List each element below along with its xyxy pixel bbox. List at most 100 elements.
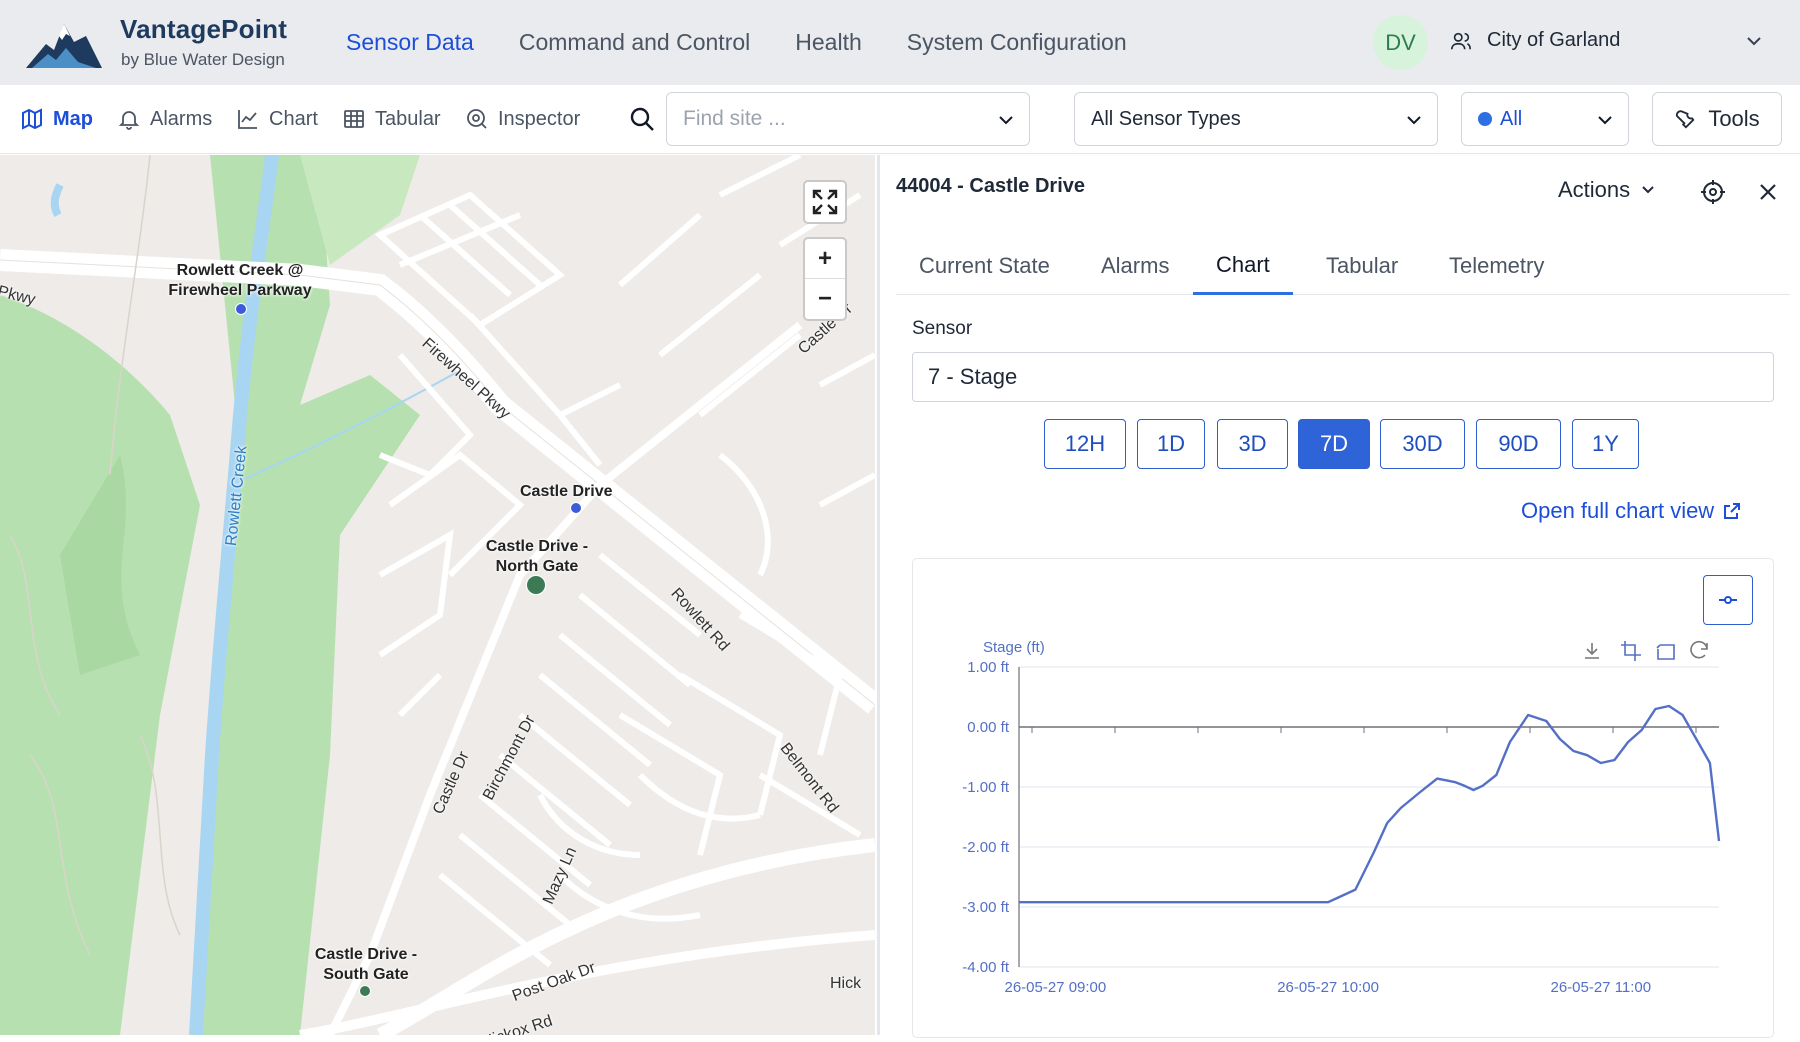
- view-tab-tabular-label: Tabular: [375, 107, 441, 130]
- range-button-12h[interactable]: 12H: [1044, 419, 1126, 469]
- chart-zoom-reset-icon[interactable]: [1656, 644, 1675, 660]
- view-tab-tabular[interactable]: Tabular: [342, 107, 441, 131]
- view-tab-chart[interactable]: Chart: [236, 107, 318, 131]
- view-tab-inspector-label: Inspector: [498, 107, 581, 130]
- app-header: VantagePoint by Blue Water Design Sensor…: [0, 0, 1800, 85]
- chart-y-tick-label: -3.00 ft: [962, 899, 1010, 916]
- view-tab-map-label: Map: [53, 107, 93, 130]
- close-icon[interactable]: [1755, 179, 1781, 205]
- status-dot-icon: [1478, 112, 1492, 126]
- chart-options-button[interactable]: [1703, 575, 1753, 625]
- chart-y-axis-label: Stage (ft): [983, 639, 1045, 656]
- nav-system-configuration[interactable]: System Configuration: [907, 29, 1127, 56]
- map-icon: [22, 108, 42, 130]
- inspector-icon: [467, 109, 487, 129]
- map-view[interactable]: Pkwy Firewheel Pkwy Rowlett Creek Castle…: [0, 155, 875, 1035]
- view-tab-alarms[interactable]: Alarms: [117, 107, 212, 131]
- site-label-castle-drive[interactable]: Castle Drive: [520, 482, 613, 502]
- chart-x-tick-label: 26-05-27 09:00: [1004, 979, 1106, 996]
- open-full-chart-link[interactable]: Open full chart view: [1521, 498, 1742, 524]
- nav-command-and-control[interactable]: Command and Control: [519, 29, 750, 56]
- view-tab-chart-label: Chart: [269, 107, 318, 130]
- site-marker-castle-drive-south-gate[interactable]: [359, 985, 371, 997]
- line-marker-icon: [1719, 596, 1737, 604]
- open-full-chart-label: Open full chart view: [1521, 498, 1715, 523]
- zoom-out-button[interactable]: −: [805, 279, 845, 319]
- zoom-in-button[interactable]: +: [805, 239, 845, 280]
- range-button-30d[interactable]: 30D: [1380, 419, 1465, 469]
- find-site-input[interactable]: [683, 107, 983, 131]
- chart-x-tick-label: 26-05-27 11:00: [1550, 979, 1651, 996]
- status-filter-value: All: [1500, 107, 1523, 130]
- expand-icon: [812, 189, 838, 215]
- chevron-down-icon: [999, 116, 1013, 125]
- chevron-down-icon[interactable]: [1745, 32, 1763, 50]
- view-tab-alarms-label: Alarms: [150, 107, 213, 130]
- site-marker-castle-drive-north-gate[interactable]: [526, 575, 546, 595]
- chart-y-tick-label: 1.00 ft: [967, 659, 1010, 676]
- site-marker-rowlett-creek[interactable]: [235, 303, 247, 315]
- fullscreen-button[interactable]: [803, 180, 847, 224]
- organization-selector[interactable]: City of Garland: [1487, 29, 1620, 52]
- stage-chart[interactable]: Stage (ft) 1.00 ft 0.00 ft -1.00 ft -2.00 f…: [913, 559, 1773, 1037]
- table-icon: [344, 110, 364, 128]
- main-nav: Sensor Data Command and Control Health S…: [346, 0, 1172, 85]
- range-button-90d[interactable]: 90D: [1476, 419, 1561, 469]
- wrench-icon: [1676, 110, 1695, 129]
- nav-health[interactable]: Health: [795, 29, 861, 56]
- zoom-control: + −: [803, 237, 847, 321]
- users-icon: [1451, 32, 1471, 50]
- map-basemap: [0, 155, 875, 1035]
- find-site-dropdown[interactable]: [666, 92, 1030, 146]
- tab-alarms[interactable]: Alarms: [1078, 237, 1192, 295]
- brand-name: VantagePoint: [120, 14, 288, 44]
- panel-title: 44004 - Castle Drive: [896, 175, 1086, 197]
- brand-subtitle: by Blue Water Design: [121, 50, 285, 69]
- chart-x-tick-label: 26-05-27 10:00: [1277, 979, 1379, 996]
- actions-label: Actions: [1558, 177, 1631, 202]
- site-detail-panel: 44004 - Castle Drive Actions Current Sta…: [877, 155, 1800, 1038]
- chart-zoom-icon[interactable]: [1621, 641, 1641, 661]
- bell-icon: [118, 111, 140, 130]
- status-filter-dropdown[interactable]: All: [1461, 92, 1629, 146]
- sensor-type-dropdown[interactable]: All Sensor Types: [1074, 92, 1438, 146]
- range-button-7d[interactable]: 7D: [1298, 419, 1370, 469]
- tab-chart[interactable]: Chart: [1193, 237, 1293, 295]
- line-chart-icon: [238, 110, 257, 129]
- panel-tabs: Current State Alarms Chart Tabular Telem…: [896, 237, 1790, 295]
- chevron-down-icon: [1642, 186, 1654, 194]
- external-link-icon: [1724, 503, 1741, 519]
- view-tab-inspector[interactable]: Inspector: [465, 107, 580, 131]
- chart-download-icon[interactable]: [1585, 643, 1599, 659]
- chart-y-tick-label: -1.00 ft: [962, 779, 1010, 796]
- sensor-field-label: Sensor: [912, 318, 973, 339]
- view-tab-map[interactable]: Map: [20, 107, 93, 131]
- locate-icon[interactable]: [1700, 179, 1726, 205]
- range-button-1d[interactable]: 1D: [1137, 419, 1205, 469]
- site-marker-castle-drive[interactable]: [570, 502, 582, 514]
- street-label: Hick: [830, 975, 862, 992]
- chart-y-tick-label: 0.00 ft: [967, 719, 1010, 736]
- site-label-rowlett-creek[interactable]: Rowlett Creek @ Firewheel Parkway: [152, 261, 328, 301]
- search-icon[interactable]: [629, 106, 655, 132]
- chart-restore-icon[interactable]: [1690, 640, 1708, 659]
- chart-series-line: [1019, 704, 1721, 904]
- tab-tabular[interactable]: Tabular: [1303, 237, 1421, 295]
- mountain-logo-icon: [26, 24, 102, 68]
- chevron-down-icon: [1598, 116, 1612, 125]
- actions-dropdown[interactable]: Actions: [1558, 177, 1656, 203]
- range-button-1y[interactable]: 1Y: [1572, 419, 1639, 469]
- chart-card: Stage (ft) 1.00 ft 0.00 ft -1.00 ft -2.00 f…: [912, 558, 1774, 1038]
- user-avatar[interactable]: DV: [1373, 15, 1428, 70]
- sensor-type-value: All Sensor Types: [1091, 107, 1241, 130]
- site-label-castle-drive-north-gate[interactable]: Castle Drive - North Gate: [482, 537, 592, 577]
- site-label-castle-drive-south-gate[interactable]: Castle Drive - South Gate: [312, 945, 420, 985]
- sensor-select[interactable]: 7 - Stage: [912, 352, 1774, 402]
- range-button-3d[interactable]: 3D: [1217, 419, 1288, 469]
- tools-button[interactable]: Tools: [1652, 92, 1782, 146]
- tools-label: Tools: [1708, 106, 1760, 131]
- tab-current-state[interactable]: Current State: [896, 237, 1073, 295]
- chart-y-tick-label: -2.00 ft: [962, 839, 1010, 856]
- nav-sensor-data[interactable]: Sensor Data: [346, 29, 474, 56]
- tab-telemetry[interactable]: Telemetry: [1426, 237, 1567, 295]
